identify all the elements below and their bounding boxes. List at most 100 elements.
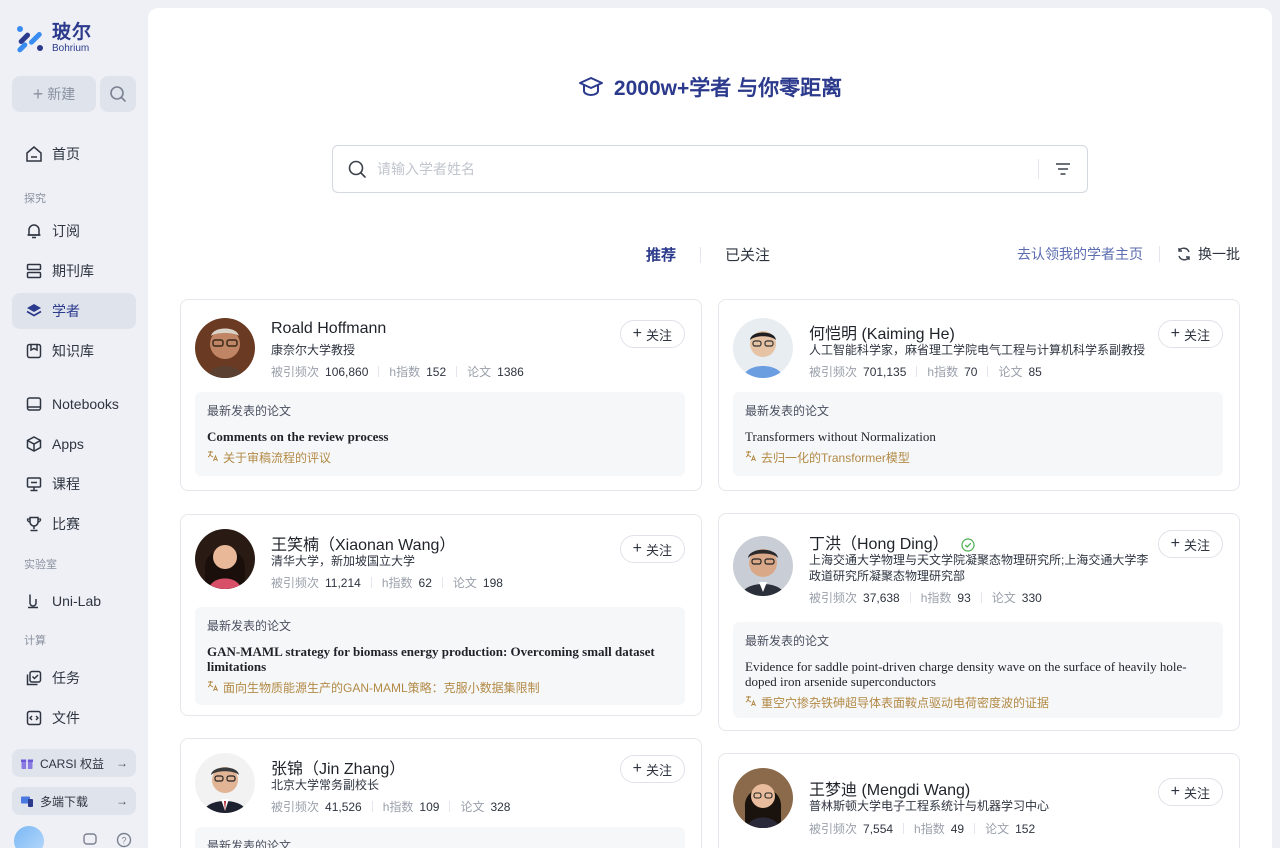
scholar-card[interactable]: 张锦（Jin Zhang） 北京大学常务副校长 被引频次 41,526 h指数 … — [180, 738, 702, 848]
papers-label: 论文 — [998, 365, 1023, 379]
scholar-stats: 被引频次 41,526 h指数 109 论文 328 — [271, 798, 510, 815]
scholar-name[interactable]: 王梦迪 (Mengdi Wang) — [809, 776, 970, 800]
refresh-batch-button[interactable]: 换一批 — [1176, 244, 1240, 264]
scholar-card[interactable]: 王梦迪 (Mengdi Wang) 普林斯顿大学电子工程系统计与机器学习中心 被… — [718, 753, 1240, 848]
latest-paper-box[interactable]: 最新发表的论文 Evidence for saddle point-driven… — [733, 622, 1223, 718]
citations-label: 被引频次 — [271, 365, 320, 379]
plus-icon: + — [1170, 783, 1180, 800]
plus-icon: + — [1170, 325, 1180, 342]
stat-separator — [449, 801, 451, 812]
arrow-right-icon: → — [116, 756, 128, 770]
latest-paper-box[interactable]: 最新发表的论文 GAN-MAML strategy for biomass en… — [195, 607, 685, 705]
bell-icon — [24, 221, 44, 241]
paper-title-en[interactable]: GAN-MAML strategy for biomass energy pro… — [207, 644, 673, 674]
latest-paper-heading: 最新发表的论文 — [745, 404, 830, 418]
scholar-photo — [733, 768, 793, 828]
paper-title-en[interactable]: Transformers without Normalization — [745, 429, 1211, 444]
papers-value: 1386 — [497, 364, 524, 379]
scholar-photo — [195, 318, 255, 378]
follow-label: 关注 — [1183, 537, 1210, 553]
hero-title: 2000w+学者 与你零距离 — [613, 77, 843, 100]
papers-value: 152 — [1015, 821, 1036, 836]
brand-logo[interactable]: 玻尔 Bohrium — [14, 22, 92, 54]
follow-button[interactable]: + 关注 — [619, 755, 685, 783]
follow-label: 关注 — [1183, 327, 1210, 343]
scholar-stats: 被引频次 11,214 h指数 62 论文 198 — [271, 574, 503, 591]
carsi-benefits-link[interactable]: CARSI 权益 → — [12, 749, 136, 777]
plus-icon: + — [1170, 535, 1180, 552]
sidebar-search-button[interactable] — [100, 76, 136, 112]
follow-button[interactable]: + 关注 — [1157, 530, 1223, 558]
hindex-value: 93 — [957, 590, 971, 605]
paper-title-en[interactable]: Evidence for saddle point-driven charge … — [745, 659, 1211, 689]
sidebar-item-home[interactable]: 首页 — [12, 136, 136, 172]
scholar-affiliation: 普林斯顿大学电子工程系统计与机器学习中心 — [809, 799, 1050, 813]
multi-device-download-link[interactable]: 多端下载 → — [12, 787, 136, 815]
brand-name-cn: 玻尔 — [52, 21, 93, 43]
user-avatar[interactable] — [14, 826, 44, 848]
follow-button[interactable]: + 关注 — [1157, 320, 1223, 348]
scholar-photo — [195, 753, 255, 813]
sidebar-item-files[interactable]: 文件 — [12, 700, 136, 736]
tab-followed[interactable]: 已关注 — [725, 244, 770, 265]
sidebar-item-label: 课程 — [52, 476, 80, 492]
plus-icon: + — [632, 760, 642, 777]
scholar-card[interactable]: 王笑楠（Xiaonan Wang） 清华大学，新加坡国立大学 被引频次 11,2… — [180, 514, 702, 716]
multi-device-download-label: 多端下载 — [40, 794, 89, 809]
feedback-icon[interactable] — [82, 832, 98, 848]
search-divider — [1038, 159, 1039, 179]
scholar-card[interactable]: 丁洪（Hong Ding） 上海交通大学物理与天文学院凝聚态物理研究所;上海交通… — [718, 513, 1240, 731]
citations-value: 106,860 — [325, 364, 369, 379]
stat-separator — [903, 823, 905, 834]
sidebar-item-apps[interactable]: Apps — [12, 426, 136, 462]
latest-paper-box[interactable]: 最新发表的论文 Comments on the review process 关… — [195, 392, 685, 476]
citations-label: 被引频次 — [809, 822, 858, 836]
brand-name-en: Bohrium — [52, 42, 90, 54]
papers-value: 328 — [490, 799, 511, 814]
sidebar-item-journals[interactable]: 期刊库 — [12, 253, 136, 289]
follow-button[interactable]: + 关注 — [619, 535, 685, 563]
latest-paper-box[interactable]: 最新发表的论文 Transformers without Normalizati… — [733, 392, 1223, 476]
new-button[interactable]: + 新建 — [12, 76, 96, 112]
follow-button[interactable]: + 关注 — [619, 320, 685, 348]
paper-title-en[interactable]: Comments on the review process — [207, 429, 673, 444]
scholar-name[interactable]: 张锦（Jin Zhang） — [271, 755, 405, 779]
plus-icon: + — [32, 83, 44, 104]
tab-recommend[interactable]: 推荐 — [646, 244, 676, 265]
citations-label: 被引频次 — [809, 591, 858, 605]
scholar-affiliation: 北京大学常务副校长 — [271, 778, 380, 792]
papers-label: 论文 — [991, 591, 1016, 605]
scholar-card[interactable]: 何恺明 (Kaiming He) 人工智能科学家，麻省理工学院电气工程与计算机科… — [718, 299, 1240, 491]
scholar-search-input[interactable] — [377, 161, 1024, 177]
scholar-photo — [733, 318, 793, 378]
sidebar-item-courses[interactable]: 课程 — [12, 466, 136, 502]
sidebar-item-knowledge[interactable]: 知识库 — [12, 333, 136, 369]
scholar-card[interactable]: Roald Hoffmann 康奈尔大学教授 被引频次 106,860 h指数 … — [180, 299, 702, 491]
papers-label: 论文 — [467, 365, 492, 379]
latest-paper-box[interactable]: 最新发表的论文 — [195, 827, 685, 848]
sidebar-item-competitions[interactable]: 比赛 — [12, 506, 136, 542]
scholar-stats: 被引频次 7,554 h指数 49 论文 152 — [809, 820, 1035, 837]
stat-separator — [974, 823, 976, 834]
devices-icon — [20, 794, 34, 808]
sidebar-item-tasks[interactable]: 任务 — [12, 660, 136, 696]
follow-label: 关注 — [645, 542, 672, 558]
sidebar-item-scholars[interactable]: 学者 — [12, 293, 136, 329]
gift-icon — [20, 756, 34, 770]
scholar-stats: 被引频次 106,860 h指数 152 论文 1386 — [271, 363, 524, 380]
tasks-icon — [24, 668, 44, 688]
scholar-name[interactable]: 何恺明 (Kaiming He) — [809, 320, 955, 344]
follow-button[interactable]: + 关注 — [1157, 778, 1223, 806]
citations-label: 被引频次 — [271, 576, 320, 590]
sidebar-item-subscribe[interactable]: 订阅 — [12, 213, 136, 249]
filter-icon[interactable] — [1053, 159, 1073, 179]
help-icon[interactable]: ? — [116, 832, 132, 848]
sidebar-item-notebooks[interactable]: Notebooks — [12, 386, 136, 422]
scholar-name[interactable]: 丁洪（Hong Ding） — [809, 530, 975, 554]
stat-separator — [441, 577, 443, 588]
claim-profile-link[interactable]: 去认领我的学者主页 — [1017, 244, 1143, 264]
scholar-name[interactable]: Roald Hoffmann — [271, 320, 386, 338]
sidebar-section-explore: 探究 — [24, 193, 46, 205]
sidebar-item-unilab[interactable]: Uni-Lab — [12, 583, 136, 619]
scholar-name[interactable]: 王笑楠（Xiaonan Wang） — [271, 531, 455, 555]
